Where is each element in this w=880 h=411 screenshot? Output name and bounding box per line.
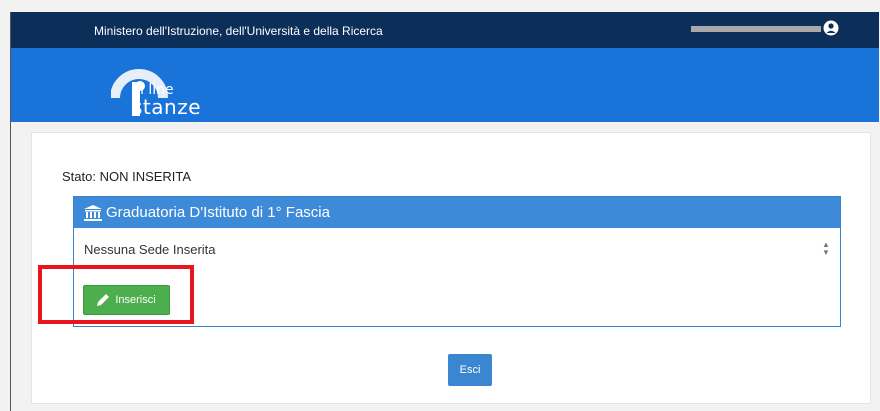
panel-header: Graduatoria D'Istituto di 1° Fascia xyxy=(74,197,840,228)
logo-text-istanze: stanze xyxy=(132,95,201,119)
esci-label: Esci xyxy=(459,364,481,376)
app-header: n line stanze xyxy=(11,48,879,122)
sede-text: Nessuna Sede Inserita xyxy=(84,242,216,257)
ministry-name: Ministero dell'Istruzione, dell'Universi… xyxy=(94,24,383,38)
status-line: Stato: NON INSERITA xyxy=(62,169,191,184)
page-frame: Ministero dell'Istruzione, dell'Universi… xyxy=(10,12,879,411)
highlight-box xyxy=(38,265,194,324)
user-name-bar xyxy=(691,26,821,32)
user-icon[interactable] xyxy=(823,20,839,36)
esci-button[interactable]: Esci xyxy=(448,354,492,386)
bank-icon xyxy=(84,205,102,221)
ministry-topbar: Ministero dell'Istruzione, dell'Universi… xyxy=(11,12,879,48)
panel-title: Graduatoria D'Istituto di 1° Fascia xyxy=(106,204,330,221)
status-value: NON INSERITA xyxy=(99,169,192,184)
spinner-icon[interactable]: ▲ ▼ xyxy=(822,241,830,257)
status-label: Stato: xyxy=(62,169,100,184)
